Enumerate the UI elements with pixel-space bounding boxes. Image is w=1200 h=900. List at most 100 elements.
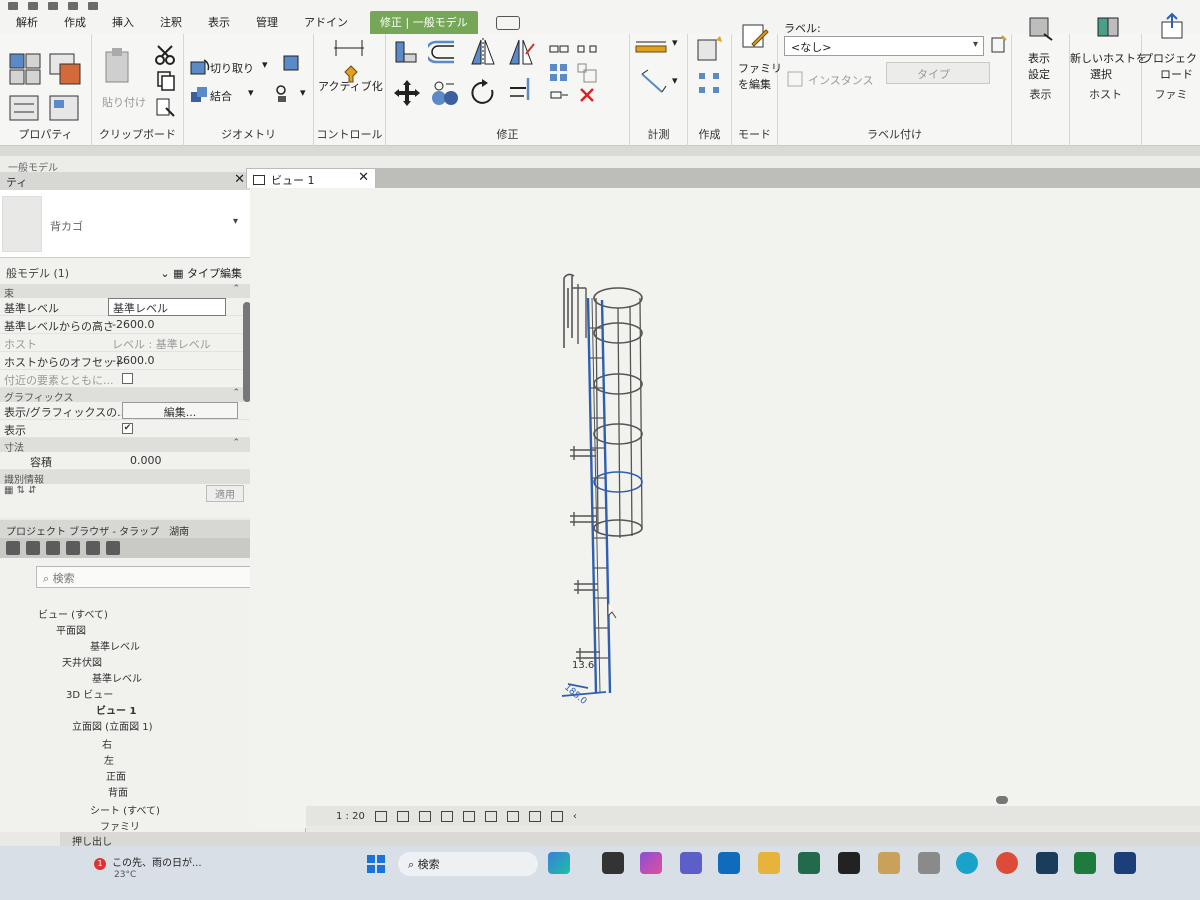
- tab-analyze[interactable]: 解析: [12, 14, 42, 34]
- base-level-select[interactable]: 基準レベル: [108, 298, 226, 316]
- family-types-icon[interactable]: [8, 94, 42, 124]
- browser-search-input[interactable]: ⌕ 検索: [36, 566, 276, 588]
- tab-view[interactable]: 表示: [204, 14, 234, 34]
- join-icon[interactable]: [188, 84, 210, 106]
- store-icon[interactable]: [798, 852, 820, 874]
- save-icon[interactable]: [28, 2, 38, 10]
- visual-style-icon[interactable]: [396, 810, 409, 822]
- properties-icon[interactable]: [8, 52, 42, 86]
- revit-icon[interactable]: [1114, 852, 1136, 874]
- view-scale[interactable]: 1 : 20: [336, 811, 365, 822]
- view-tab[interactable]: ビュー 1 ✕: [246, 168, 376, 188]
- align-icon[interactable]: [392, 38, 420, 66]
- close-icon[interactable]: ✕: [358, 170, 369, 185]
- groups-icon[interactable]: [86, 541, 100, 555]
- selection-filter[interactable]: 般モデル (1) ⌄ ▦ タイプ編集: [0, 262, 250, 282]
- outlook-icon[interactable]: [718, 852, 740, 874]
- windows-start-icon[interactable]: [366, 854, 386, 874]
- shadows-icon[interactable]: [440, 810, 453, 822]
- pick-new-host-icon[interactable]: [1094, 12, 1124, 42]
- chrome-icon[interactable]: [996, 852, 1018, 874]
- dimension-icon[interactable]: [638, 68, 668, 98]
- split-face-icon[interactable]: [274, 82, 296, 104]
- tree-node-left[interactable]: 左: [104, 752, 114, 767]
- view-settings-label-1[interactable]: 表示: [1028, 50, 1050, 66]
- close-icon[interactable]: ✕: [234, 172, 245, 187]
- cut-geometry-icon[interactable]: [188, 56, 210, 78]
- move-icon[interactable]: [392, 78, 422, 108]
- canvas-scrollbar[interactable]: [996, 796, 1008, 804]
- split-gap-icon[interactable]: [576, 38, 598, 60]
- unpin-icon[interactable]: [548, 84, 570, 106]
- tab-insert[interactable]: 挿入: [108, 14, 138, 34]
- tree-node-view-1[interactable]: ビュー 1: [96, 702, 136, 717]
- tree-node-3d-views[interactable]: 3D ビュー: [66, 686, 113, 701]
- wall-join-icon[interactable]: [280, 52, 302, 74]
- group-graphics[interactable]: グラフィックス ⌃: [0, 388, 250, 404]
- tree-node-families[interactable]: ファミリ: [100, 818, 140, 833]
- activate-icon[interactable]: [332, 36, 366, 62]
- vg-edit-button[interactable]: 編集...: [122, 402, 238, 419]
- delete-icon[interactable]: [576, 84, 598, 106]
- file-explorer-icon[interactable]: [758, 852, 780, 874]
- join-label[interactable]: 結合: [210, 88, 232, 104]
- new-host-label-2[interactable]: 選択: [1090, 66, 1112, 82]
- chevron-down-icon[interactable]: ▾: [233, 216, 238, 227]
- edit-family-label-2[interactable]: を編集: [738, 76, 771, 92]
- sync-icon[interactable]: [48, 2, 58, 10]
- edge-icon[interactable]: [956, 852, 978, 874]
- tree-node-ceiling-plans[interactable]: 天井伏図: [62, 654, 102, 669]
- redo-icon[interactable]: [88, 2, 98, 10]
- crop-view-icon[interactable]: [484, 810, 497, 822]
- tree-node-floor-plan-base[interactable]: 基準レベル: [90, 638, 140, 653]
- app-arrow-icon[interactable]: [838, 852, 860, 874]
- tree-node-back[interactable]: 背面: [108, 784, 128, 799]
- create-group-icon[interactable]: [696, 70, 724, 98]
- instance-label[interactable]: インスタンス: [808, 72, 874, 88]
- move-with-nearby-checkbox[interactable]: [122, 373, 133, 384]
- activate-label[interactable]: アクティブ化: [318, 78, 383, 94]
- tree-node-views[interactable]: ビュー (すべて): [38, 606, 108, 621]
- elevation-value[interactable]: -2600.0: [112, 318, 154, 331]
- app-files-icon[interactable]: [918, 852, 940, 874]
- mirror-axis-icon[interactable]: [468, 38, 498, 66]
- ladder-model-view[interactable]: 13.6 185.0: [306, 188, 1200, 808]
- sheets-icon[interactable]: [46, 541, 60, 555]
- tree-node-front[interactable]: 正面: [106, 768, 126, 783]
- widgets-icon[interactable]: [548, 852, 570, 874]
- edit-type-button[interactable]: ⌄ ▦ タイプ編集: [160, 265, 242, 281]
- tab-manage[interactable]: 管理: [252, 14, 282, 34]
- paste-icon[interactable]: [102, 48, 134, 88]
- weather-widget[interactable]: 1 この先、雨の日が... 23°C: [94, 854, 202, 880]
- type-parameter-button[interactable]: タイプ: [886, 62, 990, 84]
- edit-family-icon[interactable]: [740, 22, 770, 52]
- copilot-icon[interactable]: [640, 852, 662, 874]
- lock-view-icon[interactable]: [528, 810, 541, 822]
- add-label-icon[interactable]: [988, 34, 1010, 56]
- create-similar-icon[interactable]: [694, 34, 726, 64]
- family-category-icon[interactable]: [48, 94, 82, 124]
- temporary-hide-icon[interactable]: [550, 810, 563, 822]
- load-into-project-icon[interactable]: [1158, 12, 1188, 42]
- tree-node-sheets[interactable]: シート (すべて): [90, 802, 160, 817]
- views-icon[interactable]: [26, 541, 40, 555]
- teams-icon[interactable]: [680, 852, 702, 874]
- tree-node-ceiling-plan-base[interactable]: 基準レベル: [92, 670, 142, 685]
- taskbar-search[interactable]: ⌕ 検索: [398, 852, 538, 876]
- copy-icon[interactable]: [154, 70, 176, 92]
- show-crop-icon[interactable]: [506, 810, 519, 822]
- view-settings-icon[interactable]: [1026, 12, 1056, 42]
- open-icon[interactable]: [8, 2, 18, 10]
- families-icon[interactable]: [66, 541, 80, 555]
- scale-icon[interactable]: [576, 62, 598, 84]
- offset-icon[interactable]: [428, 38, 458, 66]
- detail-level-icon[interactable]: [374, 810, 387, 822]
- render-icon[interactable]: [462, 810, 475, 822]
- cut-icon[interactable]: [154, 44, 176, 66]
- autocad-icon[interactable]: [1036, 852, 1058, 874]
- tab-modify-generic-model[interactable]: 修正 | 一般モデル: [370, 11, 478, 34]
- match-type-icon[interactable]: [154, 96, 176, 118]
- rotate-icon[interactable]: [468, 78, 498, 108]
- tab-addins[interactable]: アドイン: [300, 14, 352, 34]
- tree-node-floor-plans[interactable]: 平面図: [56, 622, 86, 637]
